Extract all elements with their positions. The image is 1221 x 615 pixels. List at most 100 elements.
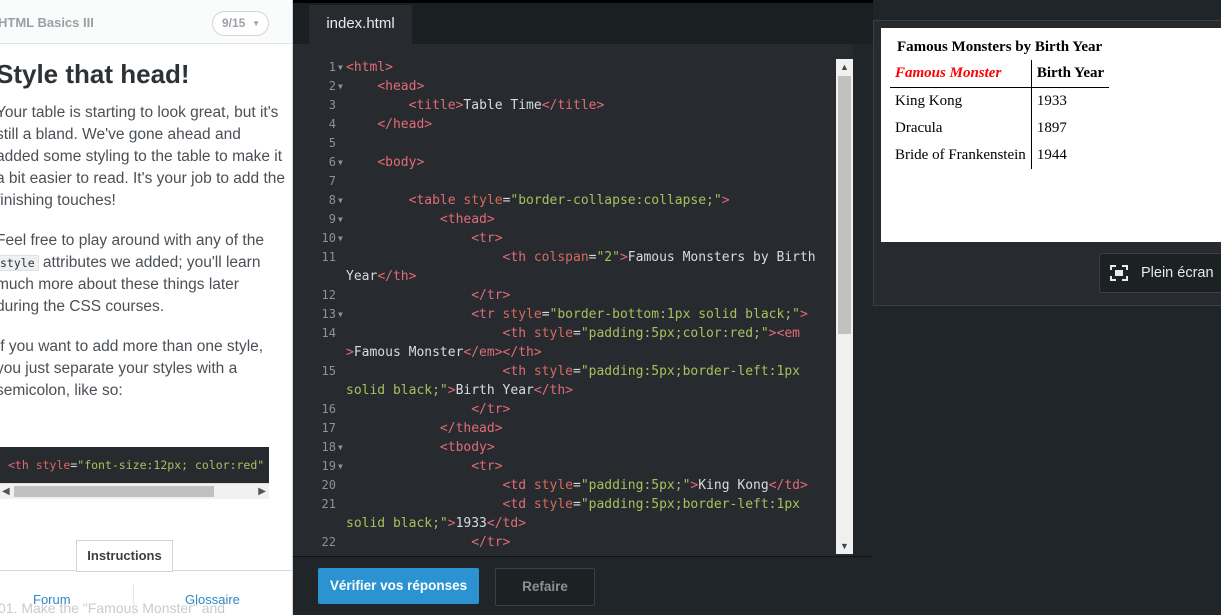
- code-token: <th: [8, 458, 36, 472]
- code-token: <body>: [377, 155, 425, 170]
- check-answers-button[interactable]: Vérifier vos réponses: [318, 568, 479, 604]
- monster-cell: Dracula: [895, 120, 943, 136]
- code-token: solid black;": [346, 383, 448, 398]
- line-number: 2: [328, 79, 336, 93]
- code-token: style: [463, 193, 503, 208]
- code-token: "font-size:12px; color:red": [77, 458, 265, 472]
- code-token: <tr>: [471, 231, 503, 246]
- chevron-down-icon: ▼: [252, 19, 260, 28]
- chevron-down-icon[interactable]: ▼: [338, 457, 343, 476]
- code-token: Table Time: [463, 98, 542, 113]
- progress-dropdown[interactable]: 9/15 ▼: [212, 11, 269, 36]
- lesson-title: Style that head!: [0, 59, 190, 89]
- tab-index-html[interactable]: index.html: [309, 5, 412, 44]
- chevron-down-icon[interactable]: ▼: [338, 153, 343, 172]
- scrollbar-thumb[interactable]: [14, 486, 214, 497]
- year-cell: 1897: [1030, 115, 1110, 142]
- tab-instructions[interactable]: Instructions: [76, 540, 173, 572]
- code-token: <th: [502, 250, 534, 265]
- line-number: 9: [328, 212, 336, 226]
- code-text: Year</th>: [346, 267, 416, 286]
- code-token: King Kong: [698, 478, 769, 493]
- chevron-down-icon[interactable]: ▼: [338, 210, 343, 229]
- code-token: <th: [502, 326, 534, 341]
- code-token: </th>: [377, 269, 417, 284]
- chevron-down-icon[interactable]: ▼: [338, 191, 343, 210]
- code-token: >: [447, 516, 456, 531]
- progress-label: 9/15: [222, 16, 246, 30]
- column-header-monster-text: Famous Monster: [895, 65, 1002, 81]
- code-sample-scrollbar[interactable]: ◀ ▶: [0, 483, 269, 499]
- code-text: <tbody>: [346, 438, 495, 457]
- line-number: 19: [321, 459, 336, 473]
- lesson-paragraph: Your table is starting to look great, bu…: [0, 104, 286, 209]
- chevron-down-icon[interactable]: ▼: [836, 538, 853, 554]
- code-token: colspan: [533, 250, 589, 265]
- chevron-down-icon[interactable]: ▼: [338, 58, 343, 77]
- code-token: <html>: [346, 60, 393, 75]
- code-token: 1933: [455, 516, 487, 531]
- code-token: style: [533, 478, 573, 493]
- line-number: 16: [321, 402, 336, 416]
- line-number: 3: [328, 98, 336, 112]
- chevron-down-icon[interactable]: ▼: [338, 77, 343, 96]
- code-token: style: [533, 364, 573, 379]
- code-token: >: [346, 345, 354, 360]
- monster-cell: Bride of Frankenstein: [895, 147, 1026, 163]
- fullscreen-icon: [1110, 265, 1128, 281]
- code-text: <td style="padding:5px;">King Kong</td>: [346, 476, 808, 495]
- table-caption: Famous Monsters by Birth Year: [896, 39, 1103, 55]
- code-token: </td>: [486, 516, 527, 531]
- line-number: 8: [328, 193, 336, 207]
- scrollbar-thumb[interactable]: [838, 76, 851, 334]
- code-text: <html>: [346, 58, 393, 77]
- code-token: "padding:5px;border-left:1px: [580, 497, 800, 512]
- code-token: "padding:5px;": [580, 478, 691, 493]
- line-number: 6: [328, 155, 336, 169]
- forum-link[interactable]: Forum: [33, 592, 71, 607]
- code-text: <td style="padding:5px;border-left:1px: [346, 495, 800, 514]
- code-text: </head>: [346, 115, 432, 134]
- fullscreen-button[interactable]: Plein écran: [1099, 253, 1221, 293]
- table-row: Bride of Frankenstein 1944: [890, 142, 1110, 169]
- chevron-down-icon[interactable]: ▼: [338, 229, 343, 248]
- reset-button[interactable]: Refaire: [495, 568, 595, 606]
- chevron-left-icon[interactable]: ◀: [2, 484, 10, 500]
- line-number: 13: [321, 307, 336, 321]
- column-header-monster: Famous Monster: [890, 60, 1031, 88]
- code-token: <thead>: [439, 212, 495, 227]
- code-token: Famous Monsters by Birth: [627, 250, 816, 265]
- code-text: >Famous Monster</em></th>: [346, 343, 542, 362]
- chevron-down-icon[interactable]: ▼: [338, 305, 343, 324]
- code-token: <title>: [408, 98, 464, 113]
- code-editor[interactable]: 1 ▼ <html> 2 ▼ <head> 3 <title>Table Time</ti…: [293, 44, 853, 556]
- chevron-right-icon[interactable]: ▶: [258, 484, 266, 500]
- code-token: <td: [502, 497, 534, 512]
- code-token: ><em: [768, 326, 800, 341]
- code-text: solid black;">Birth Year</th>: [346, 381, 573, 400]
- code-token: =: [573, 364, 581, 379]
- code-text: <thead>: [346, 210, 495, 229]
- table-row: King Kong 1933: [890, 87, 1110, 115]
- code-token: </title>: [541, 98, 605, 113]
- chevron-down-icon[interactable]: ▼: [338, 438, 343, 457]
- editor-scrollbar[interactable]: ▲ ▼: [836, 59, 853, 554]
- code-token: </tr>: [471, 402, 511, 417]
- line-number: 15: [321, 364, 336, 378]
- code-token: </td>: [768, 478, 808, 493]
- line-number: 14: [321, 326, 336, 340]
- chevron-up-icon[interactable]: ▲: [836, 59, 853, 75]
- table-header-row: Famous Monster Birth Year: [890, 60, 1110, 88]
- paragraph-text: attributes we added; you'll learn much m…: [0, 254, 261, 315]
- glossary-link[interactable]: Glossaire: [185, 592, 240, 607]
- code-text: <tr>: [346, 229, 503, 248]
- code-token: <tr: [471, 307, 503, 322]
- monster-cell: King Kong: [895, 93, 963, 109]
